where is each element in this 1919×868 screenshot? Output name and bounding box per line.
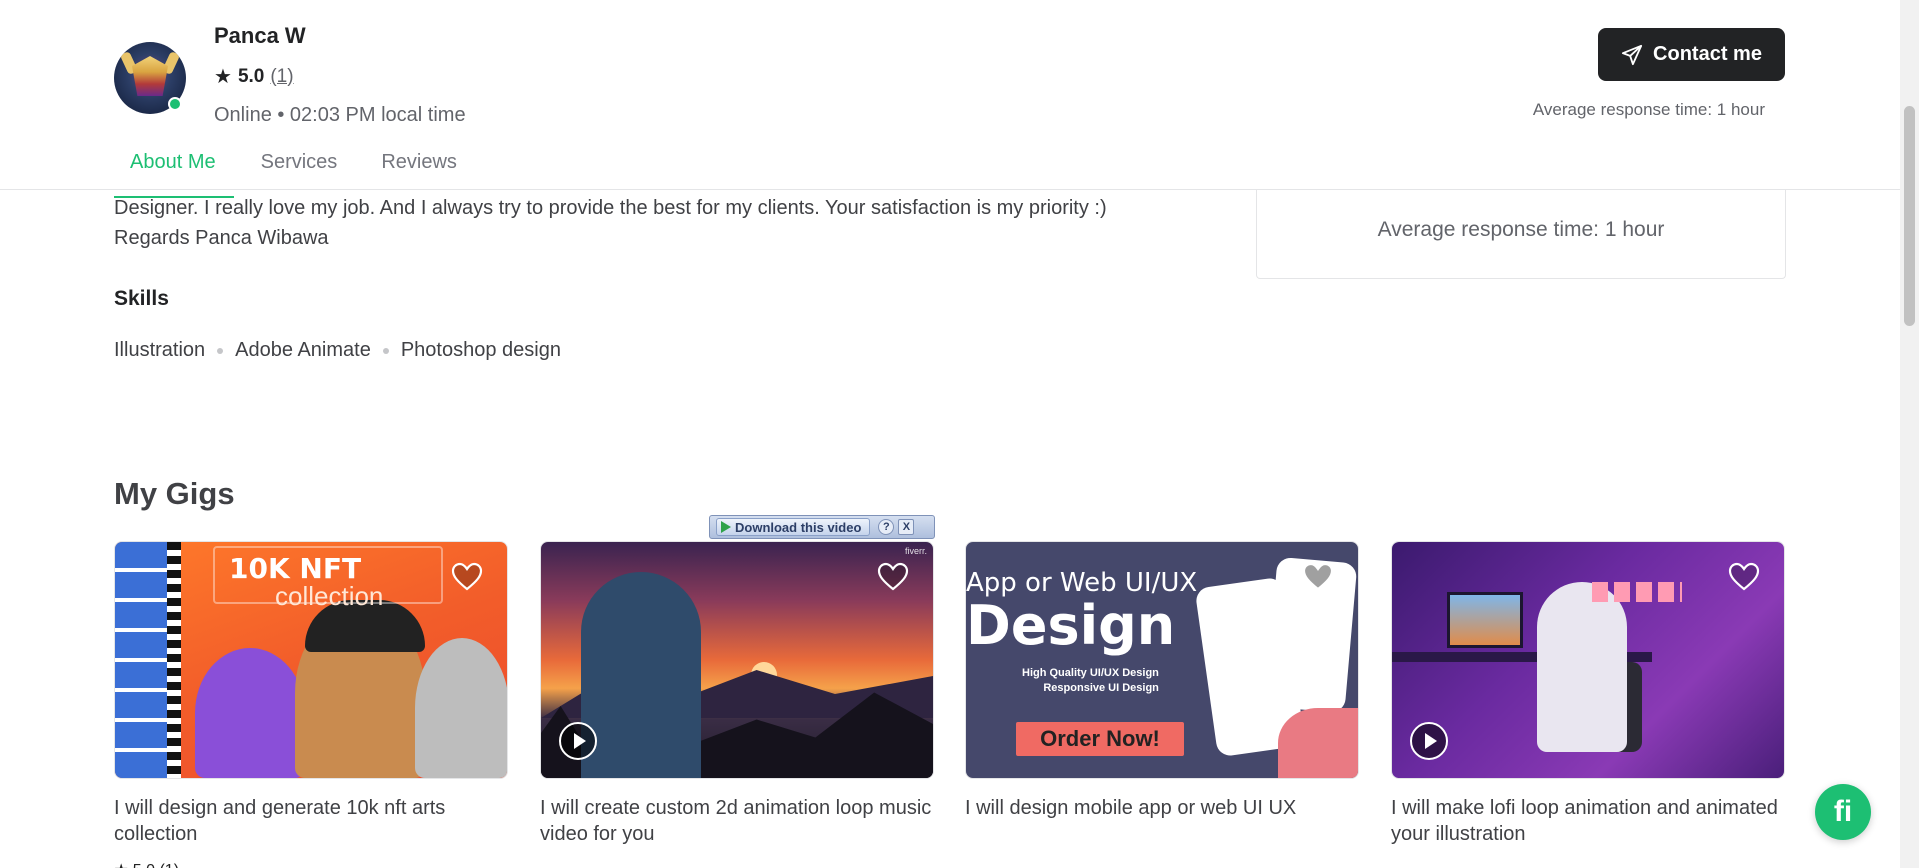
thumbnail-art [195,648,305,778]
favorite-heart-icon[interactable] [1728,562,1760,592]
skill-item[interactable]: Illustration [114,339,205,362]
response-time-text: Average response time: 1 hour [1532,100,1765,119]
thumbnail-art [115,542,167,778]
thumbnail-art [167,542,181,778]
profile-tabs: About Me Services Reviews [114,148,474,198]
gig-card[interactable]: fiverr. I will create custom 2d animatio… [540,541,934,847]
thumbnail-caption-line: 10K NFT [229,552,362,585]
scrollbar-thumb[interactable] [1904,106,1915,326]
favorite-heart-icon[interactable] [451,562,483,592]
tab-services[interactable]: Services [244,148,355,198]
gig-thumbnail[interactable] [1391,541,1785,779]
skills-list: Illustration Adobe Animate Photoshop des… [114,339,561,362]
download-video-label: Download this video [735,519,862,535]
play-video-icon[interactable] [559,722,597,760]
online-status-dot [168,97,182,111]
skill-item[interactable]: Adobe Animate [235,339,371,362]
chat-fab-button[interactable]: fi [1815,784,1871,840]
page-scrollbar[interactable] [1900,0,1919,868]
gig-thumbnail[interactable]: App or Web UI/UX Design High Quality UI/… [965,541,1359,779]
separator-dot [382,347,389,354]
download-play-icon [721,521,731,533]
send-icon [1621,44,1643,65]
response-time-card-text: Average response time: 1 hour [1377,218,1665,241]
favorite-heart-icon[interactable] [877,562,909,592]
tab-reviews[interactable]: Reviews [364,148,474,198]
gig-thumbnail[interactable]: fiverr. [540,541,934,779]
thumbnail-order-badge: Order Now! [1016,722,1184,756]
download-help-button[interactable]: ? [878,519,895,535]
seller-sticky-header: Panca W ★ 5.0 (1) Online • 02:03 PM loca… [0,0,1900,198]
contact-me-label: Contact me [1653,43,1762,65]
gig-title[interactable]: I will design mobile app or web UI UX [965,795,1359,821]
thumbnail-caption-line: collection [275,581,384,611]
tab-about-me[interactable]: About Me [114,148,234,198]
gig-card[interactable]: App or Web UI/UX Design High Quality UI/… [965,541,1359,821]
skills-heading: Skills [114,287,169,310]
seller-name[interactable]: Panca W [214,23,306,49]
rating-score: 5.0 [237,65,265,87]
thumbnail-art [1592,582,1682,602]
thumbnail-art [581,572,701,778]
skill-item[interactable]: Photoshop design [401,339,561,362]
my-gigs-heading: My Gigs [114,476,235,511]
gig-card[interactable]: I will make lofi loop animation and anim… [1391,541,1785,847]
thumbnail-caption-line: Design [966,594,1176,657]
contact-me-button[interactable]: Contact me [1598,28,1785,81]
play-video-icon[interactable] [1410,722,1448,760]
thumbnail-caption: 10K NFT collection [213,546,443,611]
thumbnail-art [1447,592,1523,648]
rating-count-link[interactable]: (1) [270,66,293,88]
avatar-art [132,56,168,96]
gig-thumbnail[interactable]: 10K NFT collection [114,541,508,779]
separator-dot [217,347,224,354]
thumbnail-caption-sub: High Quality UI/UX Design Responsive UI … [1022,666,1159,696]
favorite-heart-icon[interactable] [1302,562,1334,592]
gig-title[interactable]: I will design and generate 10k nft arts … [114,795,508,847]
fiverr-watermark: fiverr. [904,546,927,556]
thumbnail-caption-line: Responsive UI Design [1043,682,1159,694]
about-description: Designer. I really love my job. And I al… [114,197,1107,249]
gig-card[interactable]: 10K NFT collection I will design and gen… [114,541,508,847]
thumbnail-art [415,638,507,778]
seller-rating: ★ 5.0 (1) [214,64,294,89]
thumbnail-caption-line: High Quality UI/UX Design [1022,667,1159,679]
gig-title[interactable]: I will make lofi loop animation and anim… [1391,795,1785,847]
download-video-toolbar: Download this video ? X [709,515,935,539]
download-close-button[interactable]: X [898,519,915,535]
seller-status-line: Online • 02:03 PM local time [214,104,466,126]
gig-rating-partial: ★ 5.0 (1) [114,860,179,868]
thumbnail-art [1537,582,1627,752]
gig-title[interactable]: I will create custom 2d animation loop m… [540,795,934,847]
download-video-button[interactable]: Download this video [716,518,871,536]
star-icon: ★ [214,66,232,88]
thumbnail-art [1278,708,1358,778]
